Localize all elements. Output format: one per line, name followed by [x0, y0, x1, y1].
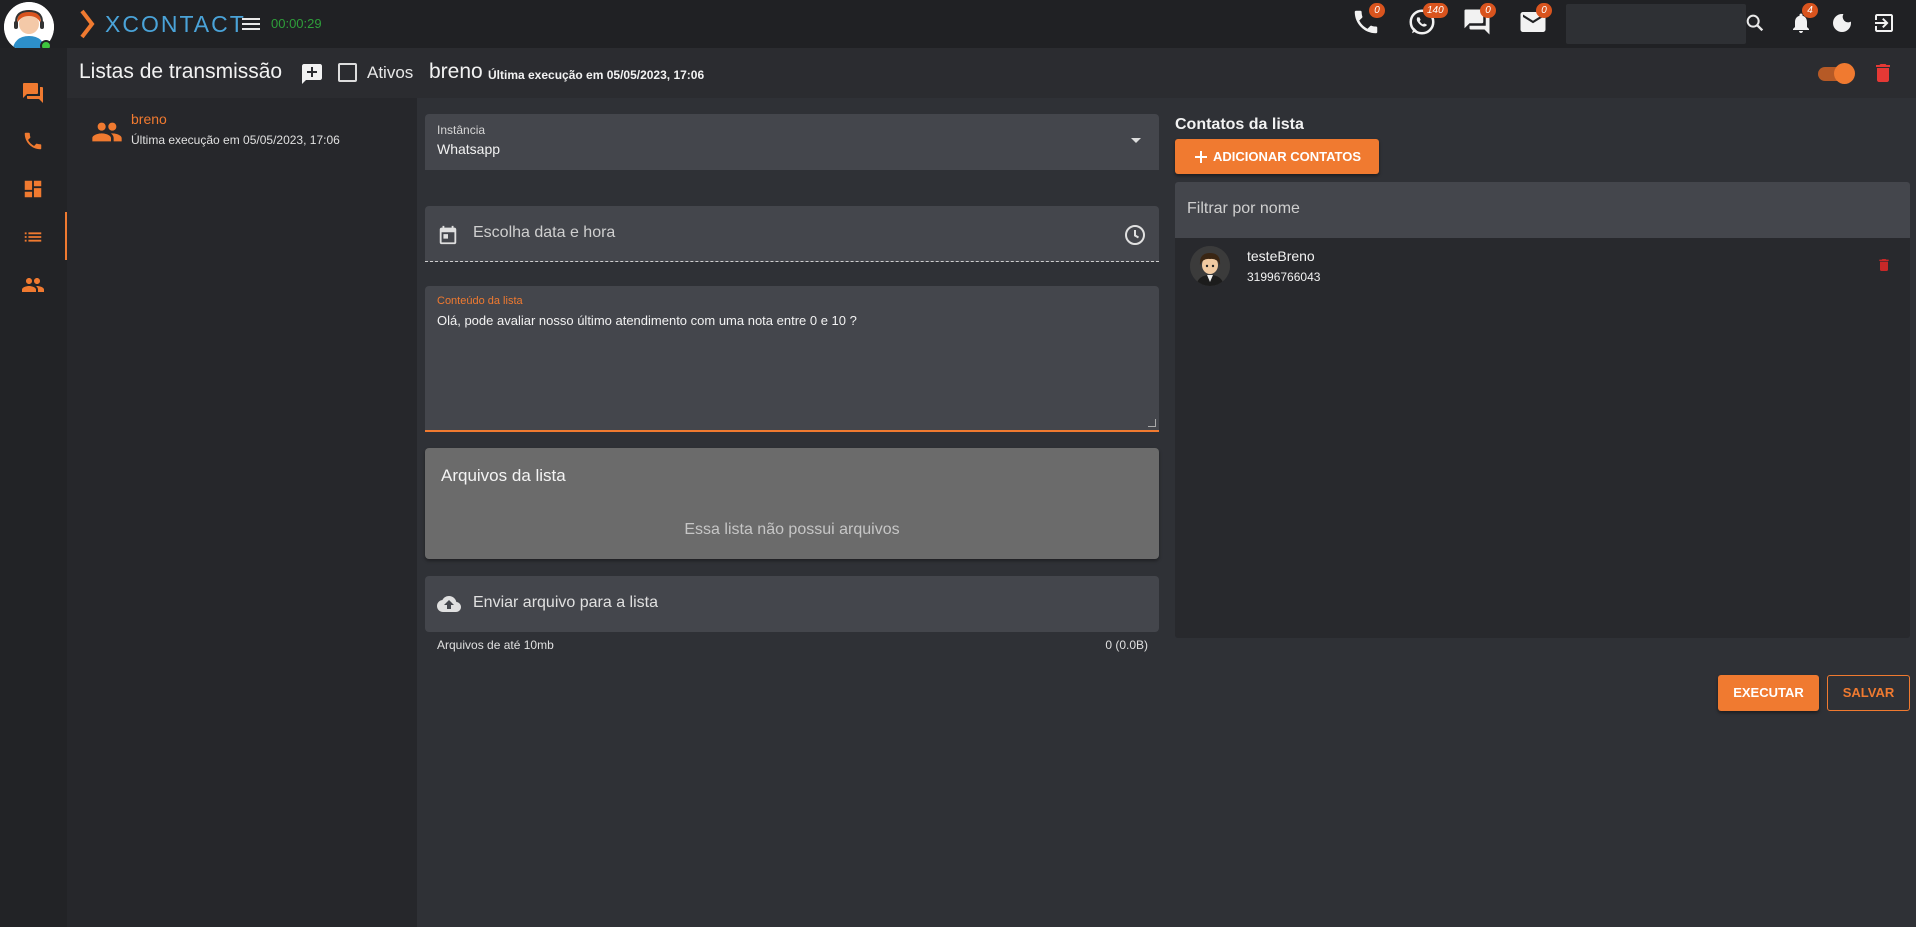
upload-size-text: 0 (0.0B): [1105, 638, 1148, 652]
dark-mode-toggle[interactable]: [1830, 11, 1854, 35]
nav-phone[interactable]: [18, 126, 48, 156]
phone-icon: [24, 132, 42, 150]
contact-name: testeBreno: [1247, 248, 1315, 264]
contact-phone: 31996766043: [1247, 270, 1321, 284]
list-last-run: Última execução em 05/05/2023, 17:06: [488, 68, 705, 82]
instancia-select[interactable]: Instância Whatsapp: [425, 114, 1159, 170]
upload-label: Enviar arquivo para a lista: [473, 594, 658, 611]
add-comment-icon: [302, 64, 322, 84]
upload-limit-text: Arquivos de até 10mb: [437, 638, 554, 652]
content-text[interactable]: Olá, pode avaliar nosso último atendimen…: [437, 313, 1137, 328]
contact-filter-placeholder: Filtrar por nome: [1187, 200, 1300, 217]
instancia-value: Whatsapp: [437, 141, 501, 157]
datetime-placeholder: Escolha data e hora: [473, 224, 616, 241]
menu-icon[interactable]: [240, 13, 262, 35]
chat-queue-button[interactable]: 0: [1462, 3, 1496, 39]
add-contacts-button[interactable]: ADICIONAR CONTATOS: [1175, 139, 1379, 174]
logo-text: XCONTACT: [105, 10, 246, 37]
nav-dashboard[interactable]: [18, 174, 48, 204]
resize-handle[interactable]: [1148, 419, 1156, 427]
execute-button[interactable]: EXECUTAR: [1718, 675, 1819, 711]
phone-badge: 0: [1369, 3, 1385, 18]
toggle-knob: [1834, 63, 1855, 84]
trash-icon: [1876, 64, 1890, 82]
list-item-last-run: Última execução em 05/05/2023, 17:06: [131, 133, 340, 147]
logout-icon: [1875, 14, 1893, 32]
dashboard-icon: [24, 180, 42, 198]
upload-file-button[interactable]: Enviar arquivo para a lista: [425, 576, 1159, 632]
nav-chat[interactable]: [18, 78, 48, 108]
files-empty-text: Essa lista não possui arquivos: [684, 521, 900, 538]
email-badge: 0: [1536, 3, 1552, 18]
list-item-name: breno: [131, 111, 167, 127]
files-panel: Arquivos da lista Essa lista não possui …: [425, 448, 1159, 559]
page-title: Listas de transmissão: [79, 60, 283, 83]
calendar-icon: [439, 225, 457, 245]
lists-sidebar: [67, 98, 417, 927]
notifications-badge: 4: [1802, 3, 1818, 18]
clock-icon[interactable]: [1123, 223, 1147, 247]
dropdown-arrow-icon: [1131, 138, 1141, 143]
group-icon: [91, 116, 123, 148]
search-input[interactable]: [1576, 14, 1706, 34]
chat-icon: [23, 83, 43, 103]
whatsapp-queue-button[interactable]: 140: [1407, 3, 1448, 39]
instancia-label: Instância: [437, 123, 486, 137]
ativos-label: Ativos: [367, 63, 414, 82]
app-logo: XCONTACT: [80, 9, 246, 39]
nav-rail: [0, 48, 67, 927]
logout-button[interactable]: [1872, 11, 1896, 35]
plus-icon: [1194, 150, 1207, 163]
save-button[interactable]: SALVAR: [1827, 675, 1910, 711]
datetime-field[interactable]: Escolha data e hora: [425, 206, 1159, 262]
cloud-upload-icon: [437, 596, 461, 612]
contact-filter-input[interactable]: Filtrar por nome: [1175, 182, 1910, 238]
content-label: Conteúdo da lista: [437, 295, 523, 307]
search-field[interactable]: [1566, 4, 1746, 44]
ativos-checkbox[interactable]: [338, 63, 357, 82]
session-timer: 00:00:29: [271, 16, 322, 31]
notifications-button[interactable]: 4: [1789, 3, 1818, 35]
contacts-title: Contatos da lista: [1175, 116, 1304, 133]
enable-toggle[interactable]: [1818, 63, 1855, 84]
files-title: Arquivos da lista: [441, 466, 566, 485]
moon-icon: [1833, 14, 1851, 32]
people-icon: [22, 278, 44, 292]
search-icon[interactable]: [1744, 12, 1766, 34]
logo-chevron-icon: [80, 9, 95, 39]
trash-icon: [1879, 259, 1889, 271]
delete-contact-button[interactable]: [1876, 256, 1892, 274]
delete-list-button[interactable]: [1871, 61, 1895, 85]
contacts-panel: Filtrar por nome testeBreno 31996766043: [1175, 182, 1910, 638]
list-title: breno: [429, 60, 483, 83]
nav-people[interactable]: [18, 270, 48, 300]
add-list-button[interactable]: [300, 62, 324, 86]
phone-queue-button[interactable]: 0: [1351, 3, 1385, 39]
nav-lists[interactable]: [18, 222, 48, 252]
content-textarea[interactable]: Conteúdo da lista Olá, pode avaliar noss…: [425, 286, 1159, 432]
email-queue-button[interactable]: 0: [1518, 3, 1552, 39]
contact-avatar: [1190, 246, 1230, 286]
list-icon: [24, 232, 42, 242]
chat-badge: 0: [1480, 3, 1496, 18]
add-contacts-label: ADICIONAR CONTATOS: [1212, 149, 1362, 164]
whatsapp-badge: 140: [1423, 3, 1448, 18]
